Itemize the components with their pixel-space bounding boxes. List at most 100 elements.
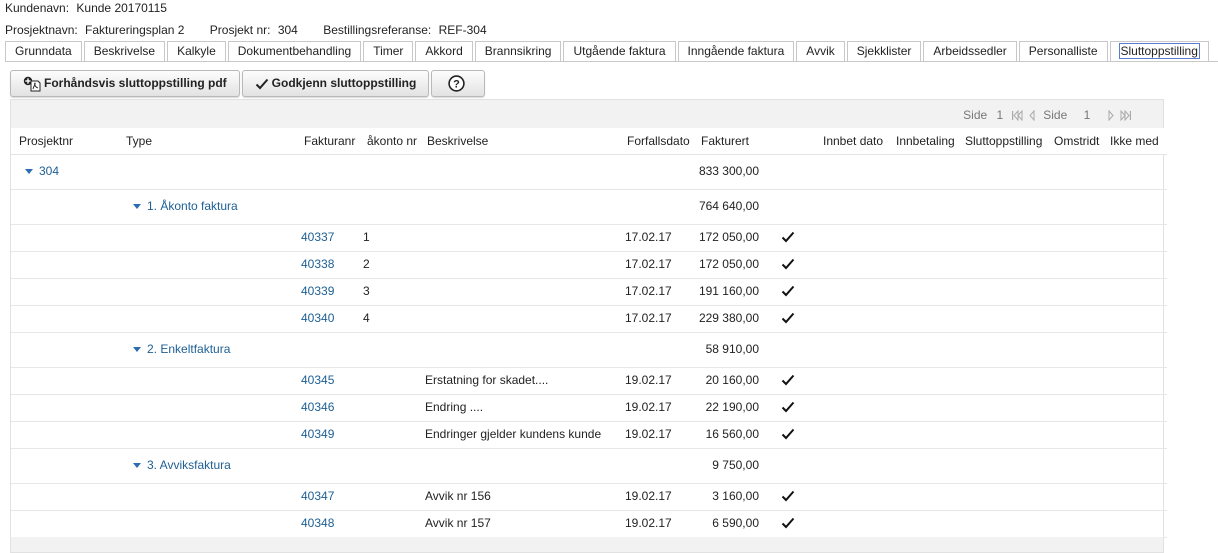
tab-label: Timer — [373, 44, 404, 58]
tab-label: Grunndata — [15, 44, 72, 58]
group-row: 2. Enkeltfaktura 58 910,00 — [11, 332, 1167, 368]
last-page-icon[interactable] — [1120, 110, 1132, 122]
expand-caret-icon[interactable] — [133, 347, 141, 353]
col-fakturert[interactable]: Fakturert — [701, 134, 749, 148]
invoiced-amount: 22 190,00 — [705, 400, 759, 414]
tab-label: Utgående faktura — [573, 44, 666, 58]
prev-page-icon[interactable] — [1028, 110, 1036, 122]
invoice-row: 40349 Endringer gjelder kundens kunde 19.0… — [11, 421, 1167, 449]
tab-brannsikring[interactable]: Brannsikring — [474, 41, 562, 61]
col-omstridt[interactable]: Omstridt — [1054, 134, 1099, 148]
invoice-link[interactable]: 40345 — [301, 373, 334, 387]
tab-kalkyle[interactable]: Kalkyle — [167, 41, 226, 61]
invoice-description: Endringer gjelder kundens kunde — [425, 427, 602, 441]
col-ikke-med[interactable]: Ikke med — [1110, 134, 1159, 148]
prosjektnavn-label: Prosjektnavn: — [5, 23, 78, 37]
akonto-nr: 4 — [363, 311, 370, 325]
checkmark-icon — [781, 401, 795, 413]
first-page-icon[interactable] — [1011, 110, 1023, 122]
invoiced-amount: 172 050,00 — [698, 257, 759, 271]
group-node-text: 1. Åkonto faktura — [147, 199, 238, 213]
invoice-link[interactable]: 40346 — [301, 400, 334, 414]
project-total: 833 300,00 — [698, 164, 759, 178]
invoice-link[interactable]: 40349 — [301, 427, 334, 441]
col-forfallsdato[interactable]: Forfallsdato — [627, 134, 690, 148]
col-beskrivelse[interactable]: Beskrivelse — [427, 134, 488, 148]
prosjektnavn-value: Faktureringsplan 2 — [85, 23, 185, 37]
invoice-description: Avvik nr 157 — [425, 516, 491, 530]
tab-timer[interactable]: Timer — [363, 41, 414, 61]
tab-label: Dokumentbehandling — [237, 44, 352, 58]
project-node-text: 304 — [39, 164, 60, 178]
bestilling-label: Bestillingsreferanse: — [323, 23, 432, 37]
col-type[interactable]: Type — [126, 134, 152, 148]
tab-dokumentbehandling[interactable]: Dokumentbehandling — [227, 41, 362, 61]
tab-personalliste[interactable]: Personalliste — [1018, 41, 1108, 61]
project-node[interactable]: 304 — [25, 164, 59, 178]
group-node[interactable]: 3. Avviksfaktura — [133, 458, 231, 472]
tab-label: Beskrivelse — [93, 44, 156, 58]
col-fakturanr[interactable]: Fakturanr — [304, 134, 355, 148]
checkmark-icon — [781, 312, 795, 324]
invoice-row: 40347 Avvik nr 156 19.02.17 3 160,00 — [11, 483, 1167, 511]
tab-label: Sjekklister — [856, 44, 912, 58]
col-akonto[interactable]: åkonto nr — [367, 134, 417, 148]
invoiced-amount: 191 160,00 — [698, 284, 759, 298]
group-total: 58 910,00 — [705, 342, 759, 356]
tab-label: Sluttoppstilling — [1118, 43, 1200, 59]
toolbar: Forhåndsvis sluttoppstilling pdf Godkjen… — [10, 70, 487, 97]
invoice-row: 40338 2 17.02.17 172 050,00 — [11, 251, 1167, 279]
pager-current: 1 — [996, 108, 1004, 122]
tab-label: Arbeidssedler — [933, 44, 1007, 58]
invoiced-amount: 229 380,00 — [698, 311, 759, 325]
col-sluttoppstilling[interactable]: Sluttoppstilling — [965, 134, 1042, 148]
checkmark-icon — [781, 517, 795, 529]
invoice-link[interactable]: 40340 — [301, 311, 334, 325]
project-info: Prosjektnavn: Faktureringsplan 2 Prosjek… — [5, 23, 491, 37]
preview-pdf-button[interactable]: Forhåndsvis sluttoppstilling pdf — [10, 70, 240, 97]
checkmark-icon — [781, 374, 795, 386]
checkmark-icon — [781, 285, 795, 297]
group-node[interactable]: 2. Enkeltfaktura — [133, 342, 230, 356]
pager-total-label: Side — [1043, 108, 1068, 122]
tab-arbeidssedler[interactable]: Arbeidssedler — [923, 41, 1017, 61]
invoice-link[interactable]: 40347 — [301, 489, 334, 503]
tab-label: Akkord — [425, 44, 463, 58]
tab-sjekklister[interactable]: Sjekklister — [846, 41, 922, 61]
checkmark-icon — [781, 258, 795, 270]
group-total: 9 750,00 — [712, 458, 759, 472]
tab-sluttoppstilling[interactable]: Sluttoppstilling — [1109, 41, 1209, 61]
group-row: 3. Avviksfaktura 9 750,00 — [11, 448, 1167, 484]
col-innbet-dato[interactable]: Innbet dato — [823, 134, 883, 148]
prosjektnr-value: 304 — [277, 23, 298, 37]
invoice-row: 40340 4 17.02.17 229 380,00 — [11, 305, 1167, 333]
col-prosjektnr[interactable]: Prosjektnr — [19, 134, 73, 148]
invoice-row: 40348 Avvik nr 157 19.02.17 6 590,00 — [11, 510, 1167, 538]
tab-inngående-faktura[interactable]: Inngående faktura — [677, 41, 795, 61]
tab-beskrivelse[interactable]: Beskrivelse — [83, 41, 166, 61]
akonto-nr: 2 — [363, 257, 370, 271]
tab-akkord[interactable]: Akkord — [415, 41, 473, 61]
invoice-row: 40346 Endring .... 19.02.17 22 190,00 — [11, 394, 1167, 422]
approve-button[interactable]: Godkjenn sluttoppstilling — [241, 70, 430, 97]
next-page-icon[interactable] — [1107, 110, 1115, 122]
group-total: 764 640,00 — [698, 199, 759, 213]
tab-avvik[interactable]: Avvik — [796, 41, 845, 61]
invoice-link[interactable]: 40339 — [301, 284, 334, 298]
help-button[interactable]: ? — [431, 70, 486, 97]
pager-total: 1 — [1083, 108, 1091, 122]
tab-utgående-faktura[interactable]: Utgående faktura — [563, 41, 676, 61]
invoice-link[interactable]: 40337 — [301, 230, 334, 244]
grid-footer — [11, 537, 1163, 552]
invoiced-amount: 6 590,00 — [712, 516, 759, 530]
invoice-link[interactable]: 40338 — [301, 257, 334, 271]
tab-bar: Grunndata Beskrivelse Kalkyle Dokumentbehan… — [5, 41, 1211, 61]
expand-caret-icon[interactable] — [133, 204, 141, 210]
expand-caret-icon[interactable] — [133, 463, 141, 469]
tab-grunndata[interactable]: Grunndata — [5, 41, 82, 61]
group-node[interactable]: 1. Åkonto faktura — [133, 199, 238, 213]
col-innbetaling[interactable]: Innbetaling — [896, 134, 955, 148]
invoice-link[interactable]: 40348 — [301, 516, 334, 530]
expand-caret-icon[interactable] — [25, 169, 33, 175]
pdf-add-icon — [23, 76, 41, 92]
